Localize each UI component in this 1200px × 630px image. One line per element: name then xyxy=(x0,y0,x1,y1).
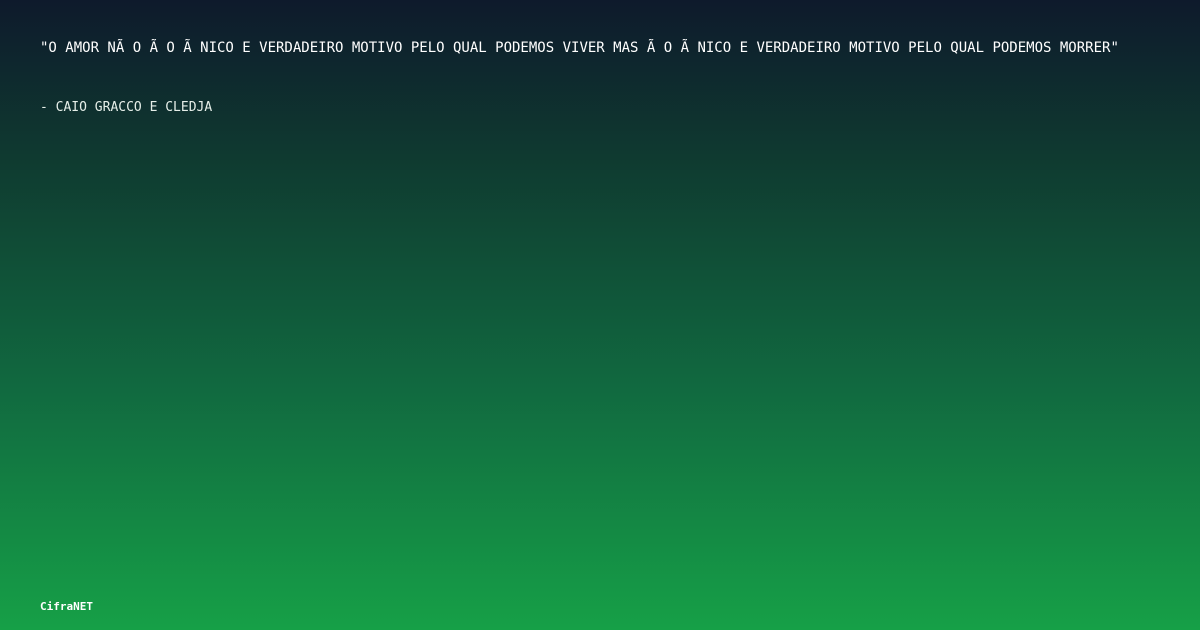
brand-logo: CifraNET xyxy=(40,600,93,613)
quote-author: - CAIO GRACCO E CLEDJA xyxy=(40,100,213,115)
quote-text: "O AMOR NÃ O Ã O Ã NICO E VERDADEIRO MOT… xyxy=(40,40,1119,56)
